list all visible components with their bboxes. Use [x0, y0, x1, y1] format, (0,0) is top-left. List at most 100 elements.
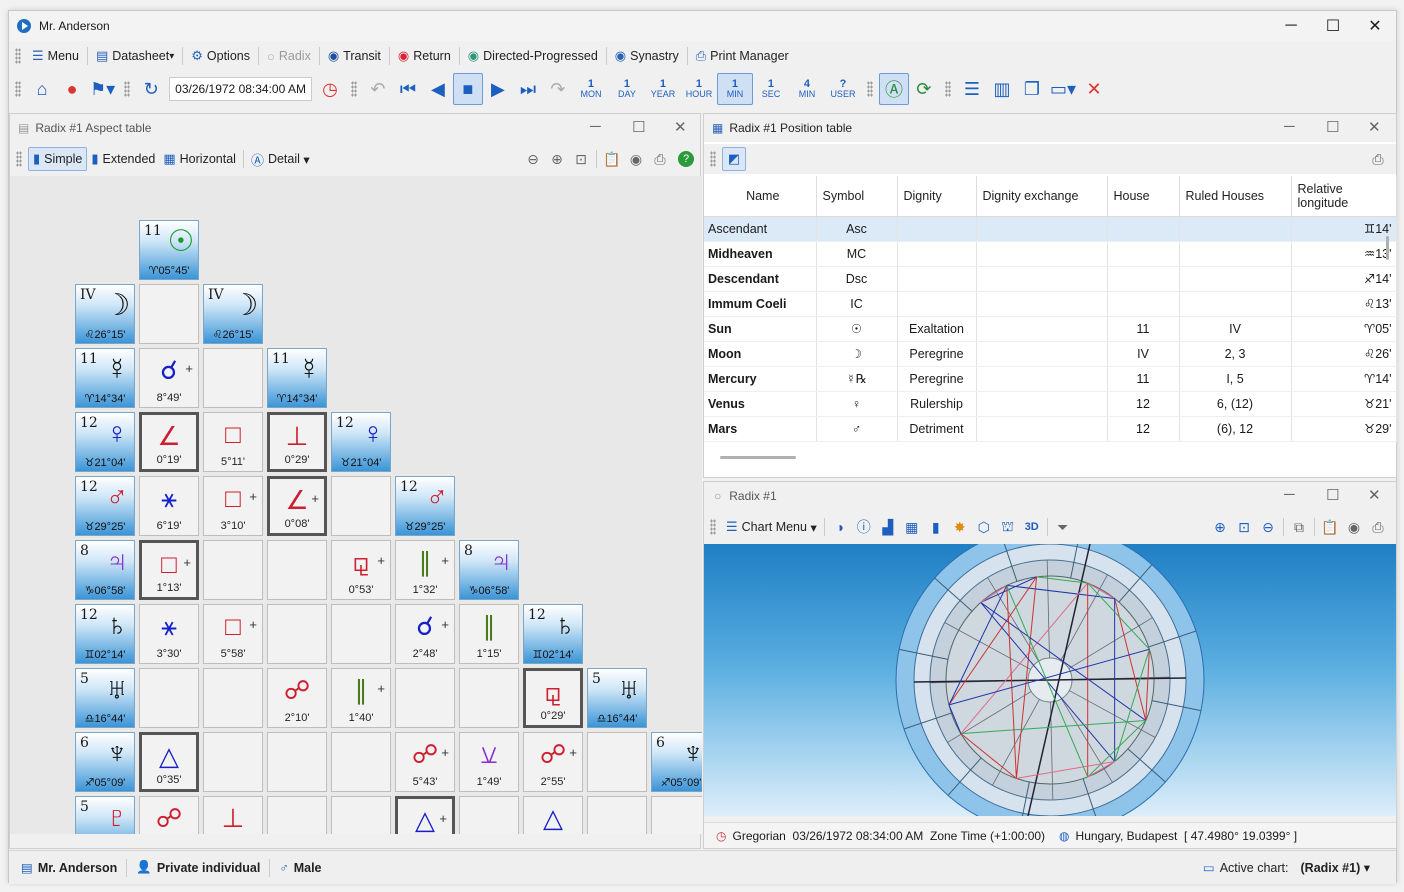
menu-item-return[interactable]: ◉ Return	[393, 44, 456, 68]
aspect-cell[interactable]: ∥ +1°32'	[395, 540, 455, 600]
planet-cell[interactable]: 11 ☿ ♈14°34'	[267, 348, 327, 408]
camera-icon[interactable]: ◉	[1342, 515, 1366, 539]
aspect-cell[interactable]: ⚹ 6°19'	[139, 476, 199, 536]
aspect-cell[interactable]: △	[523, 796, 583, 834]
grip-icon[interactable]	[16, 151, 22, 167]
aspect-cell[interactable]: □ 5°11'	[203, 412, 263, 472]
table-row[interactable]: Descendant Dsc ♐14'	[704, 266, 1397, 292]
step-hour-button[interactable]: 1 HOUR	[681, 73, 717, 105]
menu-item-transit[interactable]: ◉ Transit	[323, 44, 386, 68]
first-icon[interactable]: ⏮	[393, 73, 423, 105]
column-header[interactable]: Symbol	[816, 176, 898, 217]
close-windows-icon[interactable]: ✕	[1079, 73, 1109, 105]
aspect-cell[interactable]: ⚼ 0°29'	[523, 668, 583, 728]
aspect-cell[interactable]	[203, 668, 263, 728]
grip-icon[interactable]	[866, 81, 873, 97]
planet-cell[interactable]: 12 ♄ ♊02°14'	[523, 604, 583, 664]
grip-icon[interactable]	[15, 48, 21, 64]
aspect-cell[interactable]: ☌ +2°48'	[395, 604, 455, 664]
aspect-cell[interactable]	[587, 732, 647, 792]
step-min-button[interactable]: 4 MIN	[789, 73, 825, 105]
aspect-cell[interactable]: ∥ +1°40'	[331, 668, 391, 728]
table-row[interactable]: Moon ☽ Peregrine IV 2, 3 ♌26'	[704, 341, 1397, 367]
planet-cell[interactable]: 8 ♃ ♑06°58'	[75, 540, 135, 600]
maximize-icon[interactable]: ☐	[1326, 486, 1339, 504]
close-icon[interactable]: ✕	[1368, 118, 1381, 136]
planet-cell[interactable]: 12 ♄ ♊02°14'	[75, 604, 135, 664]
filter-icon[interactable]: ⏷	[1051, 515, 1075, 539]
maximize-icon[interactable]: ☐	[632, 118, 645, 136]
detail-dropdown[interactable]: Ⓐ Detail ▾	[247, 147, 314, 171]
active-chart-dropdown[interactable]: (Radix #1) ▾	[1295, 857, 1377, 879]
horizontal-button[interactable]: ▦ Horizontal	[159, 147, 240, 171]
aspect-cell[interactable]: ☍	[139, 796, 199, 834]
menu-item-datasheet[interactable]: ▤ Datasheet ▾	[91, 44, 179, 68]
aspect-cell[interactable]: ⊥	[203, 796, 263, 834]
layout-rows-icon[interactable]: ☰	[957, 73, 987, 105]
close-icon[interactable]: ✕	[674, 118, 687, 136]
aspect-cell[interactable]: ⚹ 3°30'	[139, 604, 199, 664]
aspect-cell[interactable]	[267, 796, 327, 834]
minimize-icon[interactable]: ─	[1284, 118, 1295, 135]
aspect-cell[interactable]: △ +	[395, 796, 455, 834]
datetime-field[interactable]: 03/26/1972 08:34:00 AM	[169, 77, 312, 101]
wheel-icon[interactable]: ◑	[828, 515, 852, 539]
planet-cell[interactable]: 5 ♅ ♎16°44'	[75, 668, 135, 728]
undo-icon[interactable]: ↶	[363, 73, 393, 105]
aspect-cell[interactable]: ∠ 0°19'	[139, 412, 199, 472]
aspect-cell[interactable]	[331, 476, 391, 536]
menu-item-synastry[interactable]: ◉ Synastry	[610, 44, 684, 68]
horizontal-scrollbar[interactable]	[720, 456, 796, 459]
history-icon[interactable]: ↻	[136, 73, 166, 105]
step-year-button[interactable]: 1 YEAR	[645, 73, 681, 105]
column-header[interactable]: Ruled Houses	[1179, 176, 1292, 217]
table-row[interactable]: Mars ♂ Detriment 12 (6), 12 ♉29'	[704, 416, 1397, 442]
help-icon[interactable]: ?	[678, 151, 694, 167]
aspect-cell[interactable]	[459, 796, 519, 834]
step-user-button[interactable]: ? USER	[825, 73, 861, 105]
step-day-button[interactable]: 1 DAY	[609, 73, 645, 105]
menu-item-print-manager[interactable]: ⎙ Print Manager	[691, 44, 794, 68]
person-button[interactable]: ▤ Mr. Anderson	[15, 857, 123, 879]
sex-button[interactable]: ♂ Male	[273, 857, 327, 879]
aspect-cell[interactable]	[331, 796, 391, 834]
close-icon[interactable]: ✕	[1368, 486, 1381, 504]
aspect-cell[interactable]	[203, 732, 263, 792]
planet-cell[interactable]: IV ☽ ♌26°15'	[203, 284, 263, 344]
minimize-icon[interactable]: ─	[590, 118, 601, 135]
aspect-cell[interactable]	[203, 540, 263, 600]
menu-item-options[interactable]: ⚙ Options	[186, 44, 255, 68]
chart-menu-button[interactable]: ☰ Chart Menu ▾	[722, 515, 821, 539]
planet-cell[interactable]: 6 ♆ ♐05°09'	[75, 732, 135, 792]
back-icon[interactable]: ◀	[423, 73, 453, 105]
grip-icon[interactable]	[124, 81, 131, 97]
aspect-cell[interactable]	[395, 668, 455, 728]
layout-columns-icon[interactable]: ▥	[987, 73, 1017, 105]
menu-item-radix[interactable]: ○ Radix	[262, 44, 316, 68]
home-icon[interactable]: ⌂	[27, 73, 57, 105]
menu-item-menu[interactable]: ☰ Menu	[27, 44, 84, 68]
planet-cell[interactable]: 12 ♂ ♉29°25'	[395, 476, 455, 536]
stairs-icon[interactable]: ▟	[876, 515, 900, 539]
planet-cell[interactable]: 8 ♃ ♑06°58'	[459, 540, 519, 600]
layout-cascade-icon[interactable]: ❐	[1017, 73, 1047, 105]
planet-cell[interactable]: 11 ☿ ♈14°34'	[75, 348, 135, 408]
clipboard-icon[interactable]: 📋	[600, 147, 624, 171]
type-button[interactable]: 👤 Private individual	[130, 857, 266, 879]
print-icon[interactable]: ⎙	[1366, 515, 1390, 539]
aspect-cell[interactable]: ☌ +8°49'	[139, 348, 199, 408]
column-header[interactable]: Name	[704, 176, 817, 217]
aspect-cell[interactable]: ∥ 1°15'	[459, 604, 519, 664]
play-icon[interactable]: ▶	[483, 73, 513, 105]
table-row[interactable]: Immum Coeli IC ♌13'	[704, 291, 1397, 317]
map-pin-dropdown-icon[interactable]: ⚑▾	[87, 73, 118, 105]
zoom-out-icon[interactable]: ⊖	[521, 147, 545, 171]
auto-icon[interactable]: Ⓐ	[878, 73, 909, 105]
aspect-cell[interactable]	[203, 348, 263, 408]
aspect-cell[interactable]	[587, 796, 647, 834]
aspect-cell[interactable]	[267, 732, 327, 792]
zoom-out-icon[interactable]: ⊖	[1256, 515, 1280, 539]
column-header[interactable]: Dignity	[897, 176, 977, 217]
grip-icon[interactable]	[944, 81, 951, 97]
clipboard-icon[interactable]: 📋	[1318, 515, 1342, 539]
